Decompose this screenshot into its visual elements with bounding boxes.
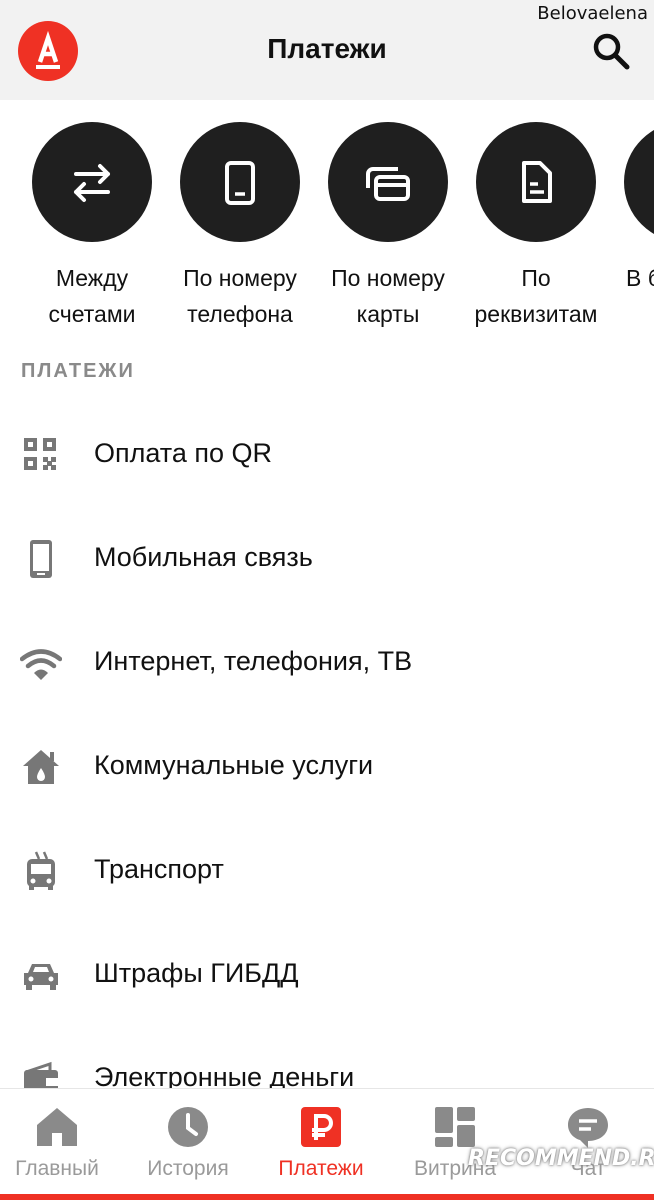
quick-action-label: По реквизитам xyxy=(474,265,598,327)
quick-action-label: В б xyxy=(626,265,654,291)
quick-action-by-details[interactable]: По реквизитам xyxy=(462,122,610,332)
list-item-transport[interactable]: Транспорт xyxy=(0,816,654,920)
clock-icon xyxy=(166,1105,210,1149)
transfer-arrows-icon xyxy=(32,122,152,242)
list-item-label: Оплата по QR xyxy=(94,438,273,468)
bottom-accent-bar xyxy=(0,1194,654,1200)
nav-label: Платежи xyxy=(278,1157,364,1180)
document-icon xyxy=(476,122,596,242)
car-icon xyxy=(20,954,62,996)
nav-label: Главный xyxy=(15,1157,99,1180)
quick-action-by-phone[interactable]: По номеру телефона xyxy=(166,122,314,332)
quick-action-more[interactable]: В б xyxy=(610,122,654,296)
quick-action-label: По номеру телефона xyxy=(183,265,297,327)
list-item-label: Интернет, телефония, ТВ xyxy=(94,646,413,676)
section-header: ПЛАТЕЖИ xyxy=(21,360,135,382)
search-icon[interactable] xyxy=(590,30,632,72)
list-item-label: Штрафы ГИБДД xyxy=(94,958,299,988)
chat-icon xyxy=(566,1105,610,1149)
home-icon xyxy=(35,1105,79,1149)
phone-icon xyxy=(180,122,300,242)
nav-tab-payments[interactable]: Платежи xyxy=(256,1105,386,1181)
recommend-watermark: RECOMMEND.RU xyxy=(468,1146,654,1171)
page-title: Платежи xyxy=(267,33,387,64)
list-item-mobile[interactable]: Мобильная связь xyxy=(0,504,654,608)
user-watermark: Belovaelena xyxy=(537,3,648,24)
grid-icon xyxy=(433,1105,477,1149)
list-item-label: Транспорт xyxy=(94,854,224,884)
quick-action-between-accounts[interactable]: Между счетами xyxy=(18,122,166,332)
trolleybus-icon xyxy=(20,850,62,892)
wifi-icon xyxy=(19,642,63,684)
list-item-internet[interactable]: Интернет, телефония, ТВ xyxy=(0,608,654,712)
quick-action-label: Между счетами xyxy=(48,265,136,327)
qr-code-icon xyxy=(20,434,62,476)
top-app-bar: Платежи Belovaelena xyxy=(0,0,654,100)
quick-action-by-card[interactable]: По номеру карты xyxy=(314,122,462,332)
quick-action-label: По номеру карты xyxy=(331,265,445,327)
list-item-qr[interactable]: Оплата по QR xyxy=(0,400,654,504)
nav-tab-home[interactable]: Главный xyxy=(0,1105,122,1181)
house-icon xyxy=(20,746,62,788)
list-item-utilities[interactable]: Коммунальные услуги xyxy=(0,712,654,816)
list-item-fines[interactable]: Штрафы ГИБДД xyxy=(0,920,654,1024)
quick-actions-carousel[interactable]: Между счетами По номеру телефона По номе… xyxy=(0,122,654,332)
cards-icon xyxy=(328,122,448,242)
nav-label: История xyxy=(147,1157,229,1180)
bottom-navigation: Главный История Платежи Витрина Чат xyxy=(0,1088,654,1200)
list-item-label: Мобильная связь xyxy=(94,542,313,572)
mobile-phone-icon xyxy=(20,538,62,580)
list-item-label: Коммунальные услуги xyxy=(94,750,374,780)
payments-list: Оплата по QR Мобильная связь Интернет, т… xyxy=(0,400,654,1128)
nav-tab-history[interactable]: История xyxy=(123,1105,253,1181)
ruble-icon xyxy=(299,1105,343,1149)
more-icon xyxy=(624,122,654,242)
